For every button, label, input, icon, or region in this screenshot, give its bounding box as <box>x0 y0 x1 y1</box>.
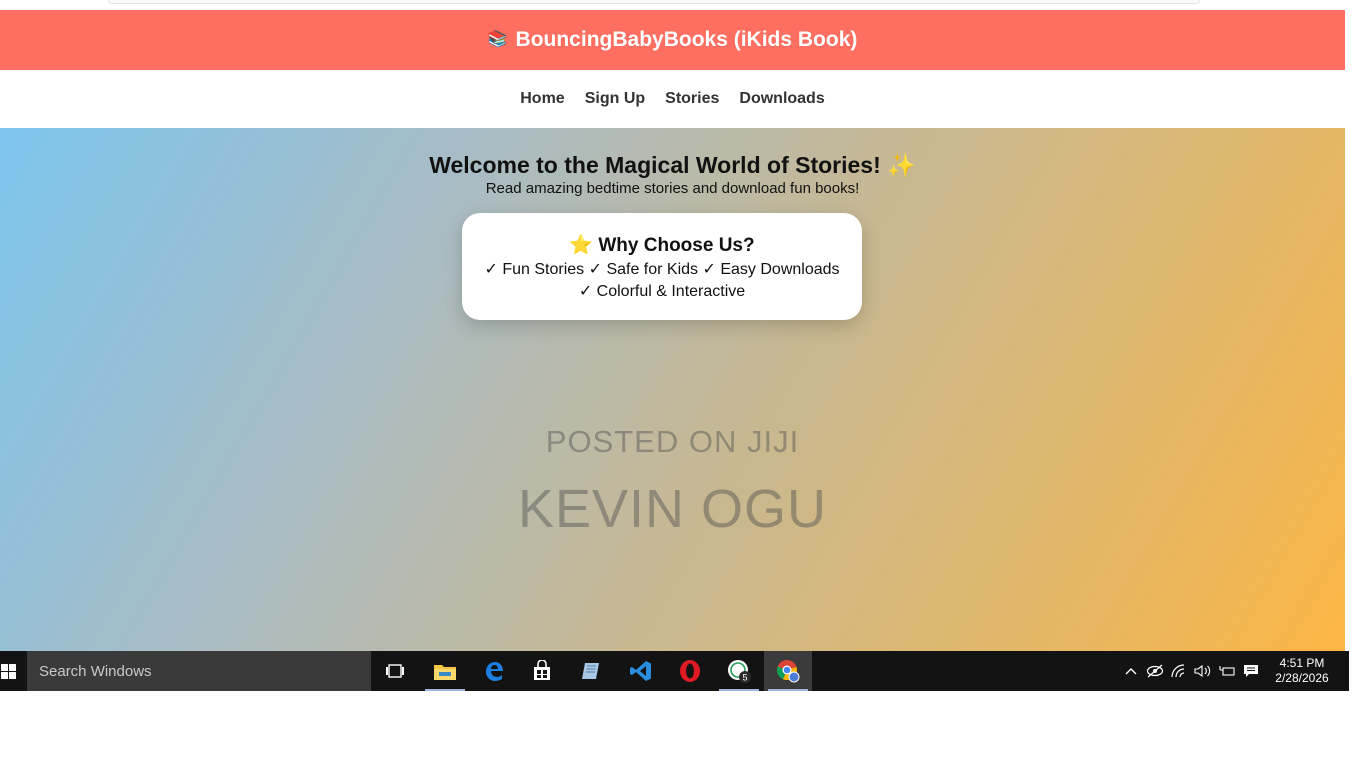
wifi-icon[interactable] <box>1167 651 1191 691</box>
books-icon: 📚 <box>487 31 508 48</box>
chevron-up-icon[interactable] <box>1119 651 1143 691</box>
windows-taskbar: Search Windows 5 4:51 PM 2/28/2026 <box>0 651 1345 691</box>
whatsapp-open-indicator <box>719 689 759 691</box>
notification-icon[interactable] <box>1239 651 1263 691</box>
task-view-icon[interactable] <box>371 651 419 691</box>
file-explorer-icon[interactable] <box>421 651 469 691</box>
hidden-eye-icon[interactable] <box>1143 651 1167 691</box>
battery-icon[interactable] <box>1215 651 1239 691</box>
clock-date: 2/28/2026 <box>1275 671 1329 685</box>
hero-subtitle: Read amazing bedtime stories and downloa… <box>485 180 860 197</box>
edge-icon[interactable] <box>470 651 518 691</box>
whatsapp-icon[interactable]: 5 <box>715 651 763 691</box>
watermark-posted-on: POSTED ON JIJI <box>545 424 800 459</box>
star-icon: ⭐ <box>569 235 594 256</box>
site-title-text: BouncingBabyBooks (iKids Book) <box>515 28 858 51</box>
clock-time: 4:51 PM <box>1279 656 1325 670</box>
windows-logo-icon <box>0 663 16 679</box>
why-card-title: ⭐ Why Choose Us? <box>462 233 862 257</box>
nav-stories-link[interactable]: Stories <box>665 88 719 110</box>
opera-icon[interactable] <box>666 651 714 691</box>
hero-title-text: Welcome to the Magical World of Stories! <box>429 152 881 178</box>
browser-top-strip <box>0 0 1345 10</box>
main-nav: Home Sign Up Stories Downloads <box>0 70 1345 128</box>
taskbar-search-box[interactable]: Search Windows <box>27 651 371 691</box>
nav-downloads-link[interactable]: Downloads <box>739 88 824 110</box>
taskbar-clock[interactable]: 4:51 PM 2/28/2026 <box>1267 656 1337 686</box>
why-choose-us-card: ⭐ Why Choose Us? ✓ Fun Stories ✓ Safe fo… <box>462 213 862 320</box>
store-icon[interactable] <box>518 651 566 691</box>
nav-home-link[interactable]: Home <box>520 88 564 110</box>
screen-right-edge <box>1345 0 1366 768</box>
hero-title: Welcome to the Magical World of Stories!… <box>0 152 1345 179</box>
why-card-features-line-1: ✓ Fun Stories ✓ Safe for Kids ✓ Easy Dow… <box>484 261 840 278</box>
why-card-features-line-2: ✓ Colorful & Interactive <box>578 283 746 300</box>
hero-section: Welcome to the Magical World of Stories!… <box>0 128 1345 651</box>
whatsapp-badge-count: 5 <box>742 673 747 683</box>
watermark-author: KEVIN OGU <box>517 479 828 539</box>
system-tray: 4:51 PM 2/28/2026 <box>1119 651 1337 691</box>
chrome-icon[interactable] <box>764 651 812 691</box>
vscode-icon[interactable] <box>617 651 665 691</box>
show-desktop-strip[interactable] <box>1345 651 1349 691</box>
volume-icon[interactable] <box>1191 651 1215 691</box>
address-bar-edge <box>108 0 1200 4</box>
chrome-open-indicator <box>768 689 808 691</box>
file-explorer-open-indicator <box>425 689 465 691</box>
start-button[interactable] <box>0 651 26 691</box>
site-header: 📚 BouncingBabyBooks (iKids Book) <box>0 10 1345 70</box>
site-title: 📚 BouncingBabyBooks (iKids Book) <box>488 28 858 52</box>
notepad-icon[interactable] <box>567 651 615 691</box>
sparkle-icon: ✨ <box>887 152 916 178</box>
nav-signup-link[interactable]: Sign Up <box>585 88 645 110</box>
why-card-title-text: Why Choose Us? <box>598 235 755 256</box>
